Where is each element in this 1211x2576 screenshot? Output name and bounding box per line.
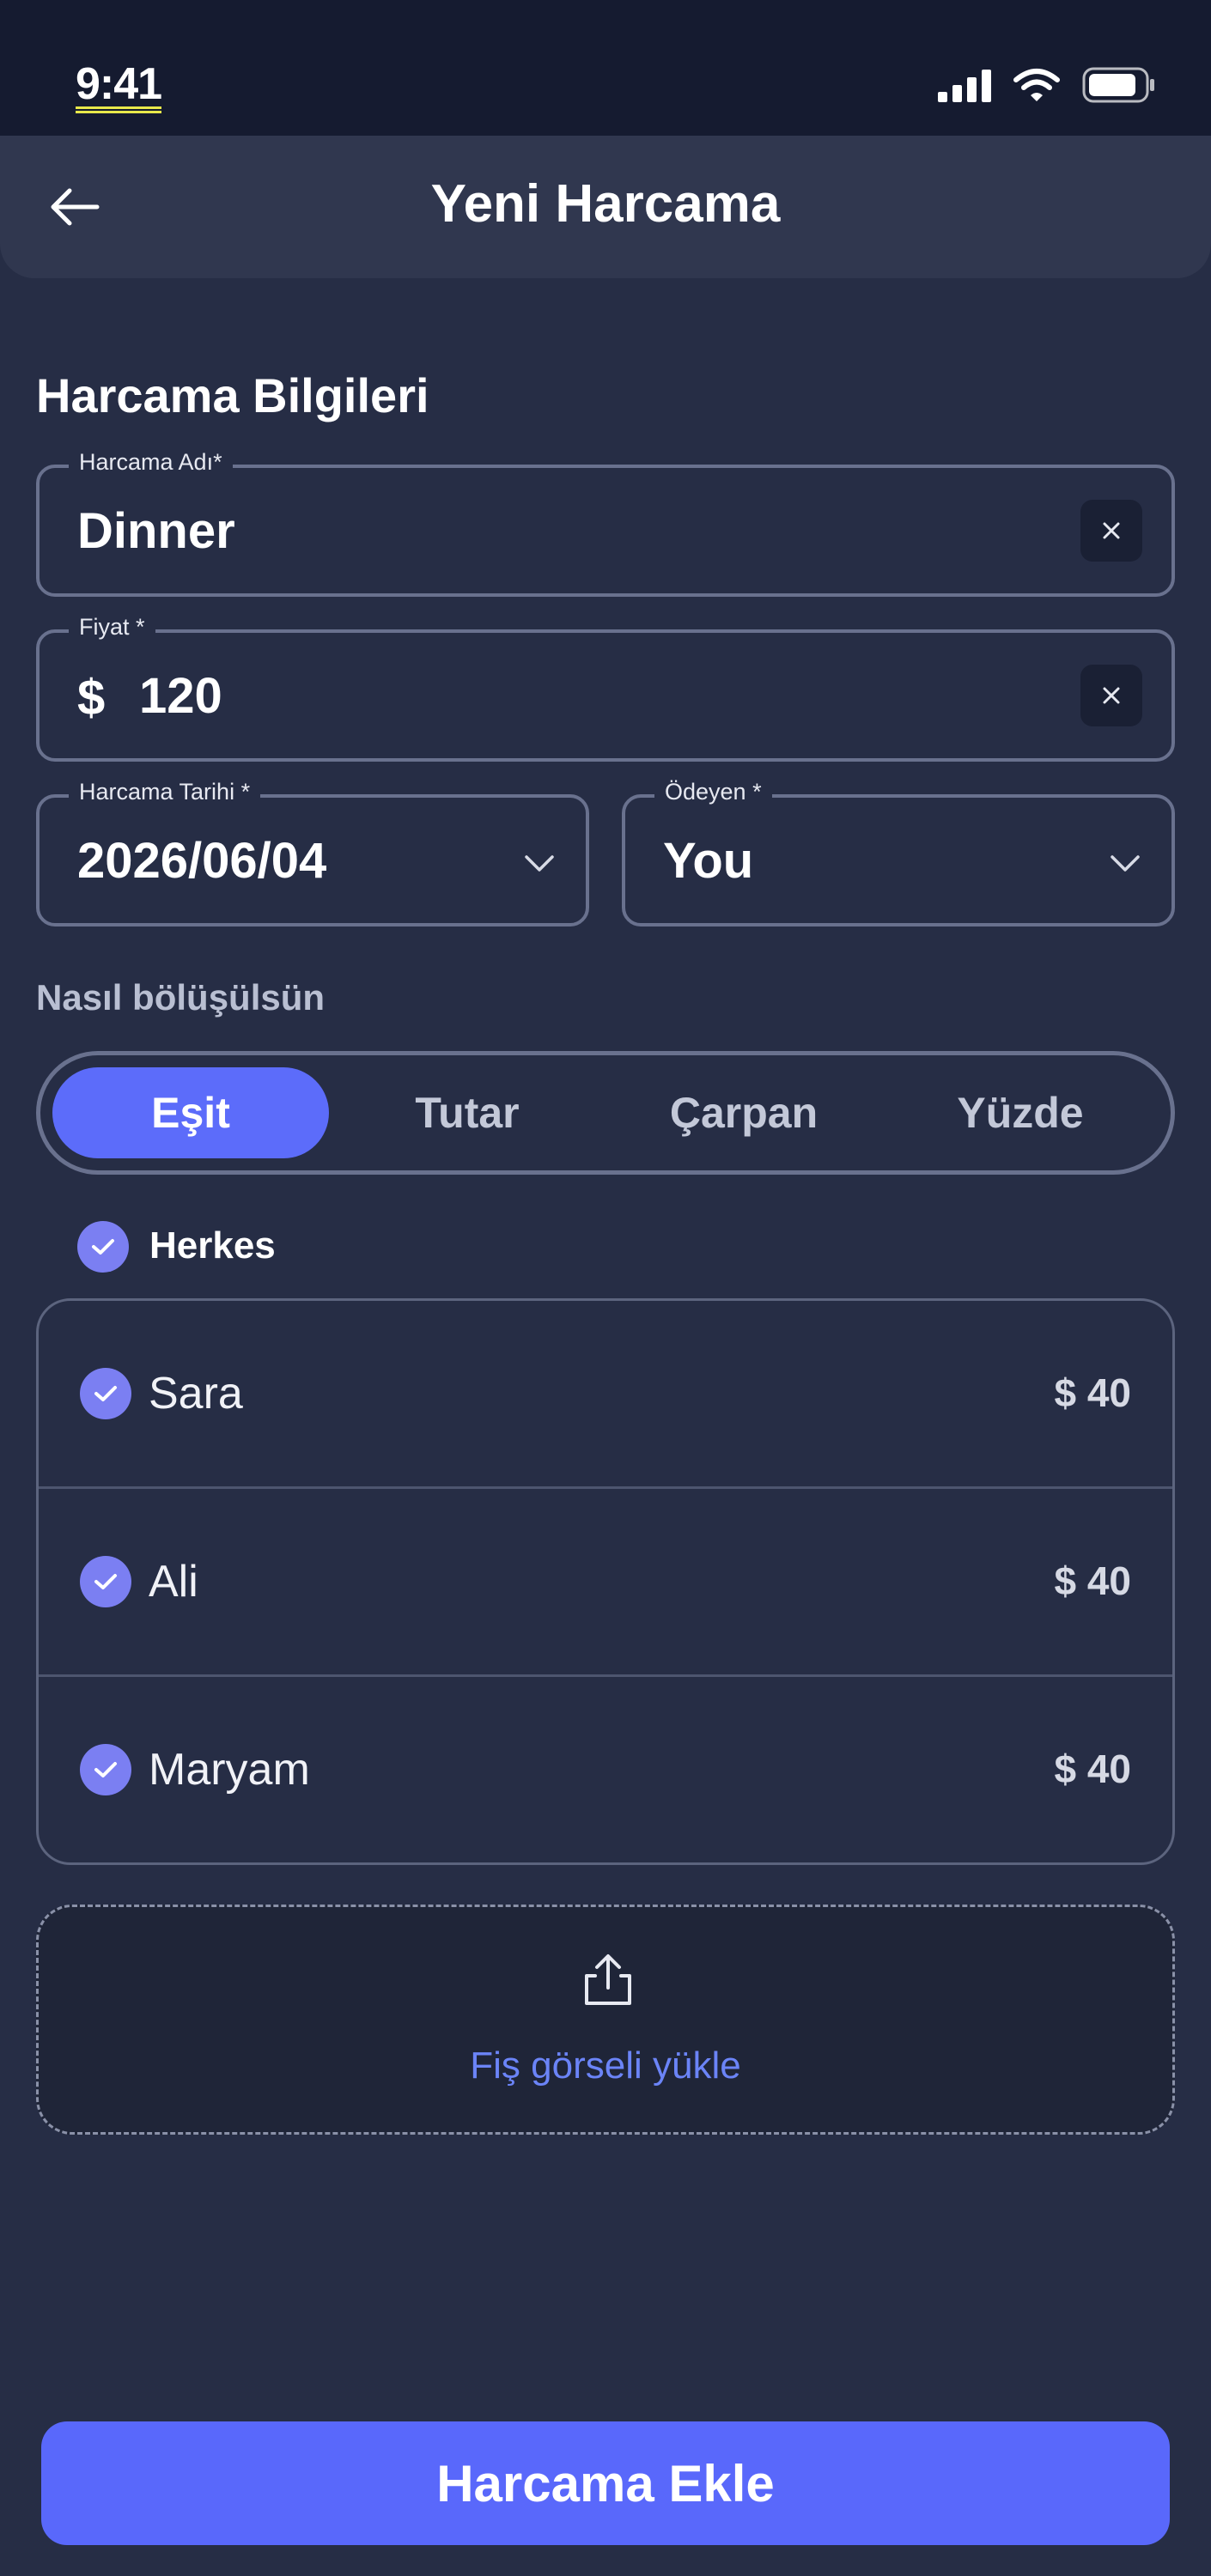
price-field[interactable]: Fiyat * $ 120: [36, 614, 1175, 762]
tab-equal[interactable]: Eşit: [52, 1067, 329, 1158]
date-select[interactable]: Harcama Tarihi * 2026/06/04: [36, 779, 589, 927]
split-mode-tabs: Eşit Tutar Çarpan Yüzde: [36, 1051, 1175, 1175]
clear-name-button[interactable]: [1080, 500, 1142, 562]
status-bar: 9:41: [0, 0, 1211, 136]
close-icon: [1103, 687, 1120, 704]
status-time-underline: [76, 106, 161, 113]
member-row[interactable]: Maryam $ 40: [39, 1677, 1172, 1862]
member-row[interactable]: Ali $ 40: [39, 1489, 1172, 1677]
date-value: 2026/06/04: [77, 833, 327, 889]
expense-name-label: Harcama Adı*: [69, 449, 233, 476]
header: Yeni Harcama: [0, 136, 1211, 278]
members-list: Sara $ 40 Ali $ 40 Maryam $ 40: [36, 1298, 1175, 1865]
expense-name-field[interactable]: Harcama Adı* Dinner: [36, 449, 1175, 597]
price-value[interactable]: 120: [139, 667, 222, 725]
member-checkbox[interactable]: [80, 1744, 131, 1795]
member-name: Sara: [149, 1369, 243, 1419]
payer-value: You: [663, 833, 754, 889]
tab-percentage[interactable]: Yüzde: [882, 1067, 1159, 1158]
split-title: Nasıl bölüşülsün: [36, 977, 326, 1018]
section-title: Harcama Bilgileri: [36, 368, 429, 422]
close-icon: [1103, 522, 1120, 539]
checkmark-icon: [94, 1386, 117, 1401]
upload-receipt-button[interactable]: Fiş görseli yükle: [36, 1905, 1175, 2135]
checkmark-icon: [94, 1574, 117, 1589]
checkmark-icon: [92, 1239, 114, 1255]
select-all-checkbox[interactable]: [77, 1221, 129, 1273]
member-name: Maryam: [149, 1745, 310, 1795]
wifi-icon: [1013, 69, 1060, 101]
payer-label: Ödeyen *: [654, 779, 772, 805]
expense-name-value[interactable]: Dinner: [77, 502, 235, 560]
payer-select[interactable]: Ödeyen * You: [622, 779, 1175, 927]
member-amount: $ 40: [1054, 1370, 1131, 1415]
status-time: 9:41: [76, 59, 162, 109]
chevron-down-icon: [1111, 855, 1140, 872]
page-title: Yeni Harcama: [430, 174, 781, 234]
member-name: Ali: [149, 1557, 198, 1607]
chevron-down-icon: [525, 855, 554, 872]
upload-icon: [585, 1954, 631, 2005]
clear-price-button[interactable]: [1080, 665, 1142, 726]
checkmark-icon: [94, 1762, 117, 1777]
member-checkbox[interactable]: [80, 1368, 131, 1419]
cellular-signal-icon: [938, 70, 991, 102]
upload-label: Fiş görseli yükle: [470, 2044, 741, 2087]
member-amount: $ 40: [1054, 1747, 1131, 1791]
price-label: Fiyat *: [69, 614, 155, 641]
battery-icon: [1082, 67, 1154, 103]
member-checkbox[interactable]: [80, 1556, 131, 1607]
add-expense-button[interactable]: Harcama Ekle: [41, 2421, 1170, 2545]
member-row[interactable]: Sara $ 40: [39, 1301, 1172, 1489]
select-all-label: Herkes: [149, 1224, 276, 1267]
tab-amount[interactable]: Tutar: [329, 1067, 606, 1158]
tab-multiplier[interactable]: Çarpan: [606, 1067, 882, 1158]
screen: 9:41 Yeni Harcama Harcama Bilgileri Harc…: [0, 0, 1211, 2576]
status-icons: [938, 67, 1156, 103]
date-label: Harcama Tarihi *: [69, 779, 261, 805]
currency-symbol: $: [77, 670, 106, 726]
member-amount: $ 40: [1054, 1558, 1131, 1603]
